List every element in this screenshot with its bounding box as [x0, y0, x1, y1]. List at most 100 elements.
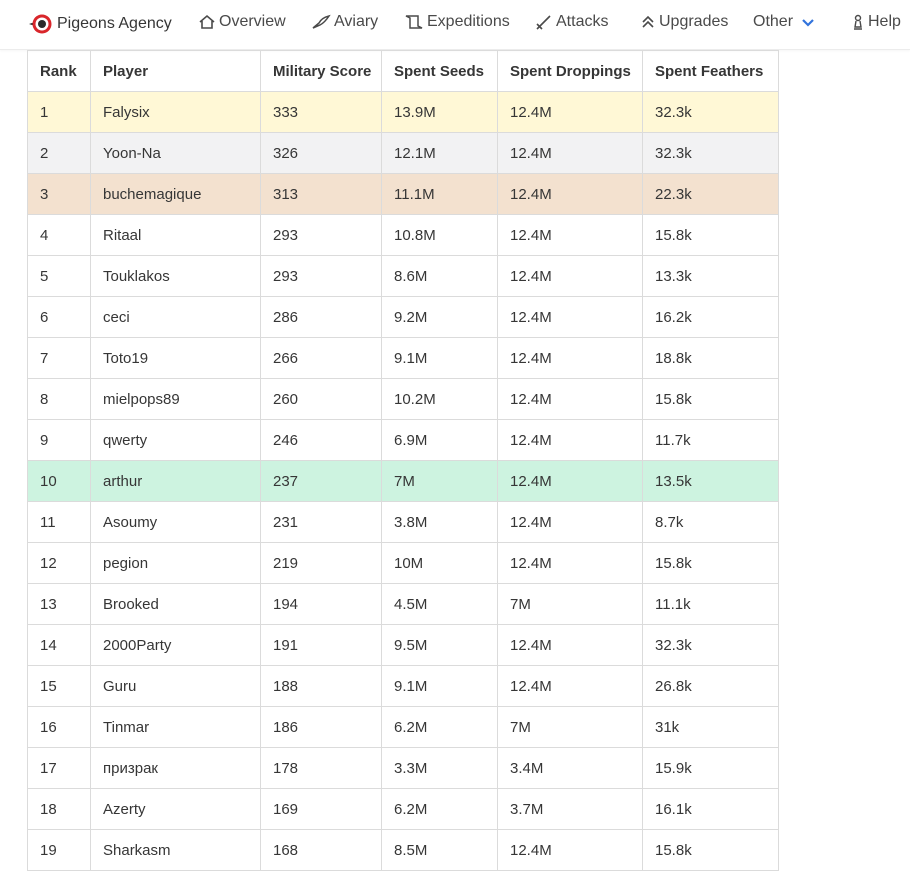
nav-upgrades[interactable]: Upgrades: [640, 13, 728, 31]
cell-player[interactable]: qwerty: [90, 419, 261, 461]
table-row: 18 Azerty 169 6.2M 3.7M 16.1k: [27, 788, 779, 830]
nav-aviary[interactable]: Aviary: [311, 13, 378, 31]
cell-spent-feathers: 11.7k: [642, 419, 779, 461]
cell-military-score: 246: [260, 419, 382, 461]
cell-spent-droppings: 12.4M: [497, 337, 643, 379]
table-row: 14 2000Party 191 9.5M 12.4M 32.3k: [27, 624, 779, 666]
cell-rank: 10: [27, 460, 91, 502]
cell-military-score: 194: [260, 583, 382, 625]
table-row: 11 Asoumy 231 3.8M 12.4M 8.7k: [27, 501, 779, 543]
cell-player[interactable]: ceci: [90, 296, 261, 338]
cell-player[interactable]: buchemagique: [90, 173, 261, 215]
cell-player[interactable]: pegion: [90, 542, 261, 584]
cell-player[interactable]: Sharkasm: [90, 829, 261, 871]
table-row: 2 Yoon-Na 326 12.1M 12.4M 32.3k: [27, 132, 779, 174]
cell-spent-feathers: 15.8k: [642, 378, 779, 420]
cell-rank: 7: [27, 337, 91, 379]
cell-spent-feathers: 32.3k: [642, 132, 779, 174]
cell-military-score: 333: [260, 91, 382, 133]
table-row: 10 arthur 237 7M 12.4M 13.5k: [27, 460, 779, 502]
cell-rank: 19: [27, 829, 91, 871]
cell-player[interactable]: 2000Party: [90, 624, 261, 666]
cell-player[interactable]: Asoumy: [90, 501, 261, 543]
header-spent-feathers: Spent Feathers: [642, 50, 779, 92]
cell-rank: 5: [27, 255, 91, 297]
cell-spent-seeds: 6.2M: [381, 788, 498, 830]
cell-spent-seeds: 12.1M: [381, 132, 498, 174]
cell-military-score: 168: [260, 829, 382, 871]
cell-spent-seeds: 10.8M: [381, 214, 498, 256]
cell-player[interactable]: Ritaal: [90, 214, 261, 256]
home-icon: [199, 14, 215, 29]
cell-military-score: 286: [260, 296, 382, 338]
cell-spent-seeds: 8.5M: [381, 829, 498, 871]
cell-player[interactable]: Tinmar: [90, 706, 261, 748]
cell-player[interactable]: Touklakos: [90, 255, 261, 297]
cell-rank: 2: [27, 132, 91, 174]
cell-military-score: 313: [260, 173, 382, 215]
cell-rank: 3: [27, 173, 91, 215]
nav-attacks-label: Attacks: [556, 13, 609, 30]
cell-military-score: 293: [260, 214, 382, 256]
table-row: 4 Ritaal 293 10.8M 12.4M 15.8k: [27, 214, 779, 256]
cell-player[interactable]: Azerty: [90, 788, 261, 830]
cell-rank: 9: [27, 419, 91, 461]
cell-player[interactable]: Guru: [90, 665, 261, 707]
cell-player[interactable]: arthur: [90, 460, 261, 502]
cell-player[interactable]: mielpops89: [90, 378, 261, 420]
cell-rank: 11: [27, 501, 91, 543]
table-row: 19 Sharkasm 168 8.5M 12.4M 15.8k: [27, 829, 779, 871]
cell-rank: 16: [27, 706, 91, 748]
cell-spent-seeds: 6.2M: [381, 706, 498, 748]
nav-attacks[interactable]: Attacks: [535, 13, 608, 31]
cell-rank: 14: [27, 624, 91, 666]
chess-pawn-icon: [854, 14, 862, 30]
cell-spent-feathers: 31k: [642, 706, 779, 748]
cell-military-score: 178: [260, 747, 382, 789]
cell-player[interactable]: призрак: [90, 747, 261, 789]
cell-spent-seeds: 3.3M: [381, 747, 498, 789]
cell-spent-feathers: 15.8k: [642, 542, 779, 584]
sword-icon: [536, 15, 551, 30]
cell-player[interactable]: Yoon-Na: [90, 132, 261, 174]
cell-rank: 13: [27, 583, 91, 625]
cell-spent-droppings: 3.4M: [497, 747, 643, 789]
cell-rank: 1: [27, 91, 91, 133]
nav-other-dropdown[interactable]: Other: [753, 13, 818, 31]
cell-player[interactable]: Falysix: [90, 91, 261, 133]
table-row: 5 Touklakos 293 8.6M 12.4M 13.3k: [27, 255, 779, 297]
cell-spent-droppings: 12.4M: [497, 132, 643, 174]
cell-player[interactable]: Brooked: [90, 583, 261, 625]
cell-spent-seeds: 4.5M: [381, 583, 498, 625]
table-row: 17 призрак 178 3.3M 3.4M 15.9k: [27, 747, 779, 789]
cell-spent-droppings: 12.4M: [497, 419, 643, 461]
cell-spent-feathers: 15.8k: [642, 214, 779, 256]
cell-spent-droppings: 3.7M: [497, 788, 643, 830]
cell-rank: 8: [27, 378, 91, 420]
cell-player[interactable]: Toto19: [90, 337, 261, 379]
bird-icon: [312, 14, 331, 29]
cell-military-score: 326: [260, 132, 382, 174]
ranking-table-container: Rank Player Military Score Spent Seeds S…: [27, 50, 779, 871]
cell-spent-droppings: 12.4M: [497, 214, 643, 256]
cell-spent-seeds: 3.8M: [381, 501, 498, 543]
cell-rank: 6: [27, 296, 91, 338]
table-row: 1 Falysix 333 13.9M 12.4M 32.3k: [27, 91, 779, 133]
brand-link[interactable]: Pigeons Agency: [27, 13, 172, 35]
header-spent-seeds: Spent Seeds: [381, 50, 498, 92]
nav-help[interactable]: Help: [851, 13, 901, 31]
nav-expeditions[interactable]: Expeditions: [404, 13, 510, 31]
cell-spent-feathers: 16.1k: [642, 788, 779, 830]
nav-other-label: Other: [753, 13, 794, 30]
cell-spent-seeds: 11.1M: [381, 173, 498, 215]
cell-military-score: 186: [260, 706, 382, 748]
cell-spent-droppings: 12.4M: [497, 624, 643, 666]
cell-military-score: 169: [260, 788, 382, 830]
brand-name: Pigeons Agency: [57, 15, 172, 32]
cell-spent-droppings: 7M: [497, 706, 643, 748]
header-rank: Rank: [27, 50, 91, 92]
cell-spent-droppings: 12.4M: [497, 829, 643, 871]
table-header-row: Rank Player Military Score Spent Seeds S…: [27, 50, 779, 92]
nav-overview[interactable]: Overview: [198, 13, 286, 31]
table-row: 9 qwerty 246 6.9M 12.4M 11.7k: [27, 419, 779, 461]
